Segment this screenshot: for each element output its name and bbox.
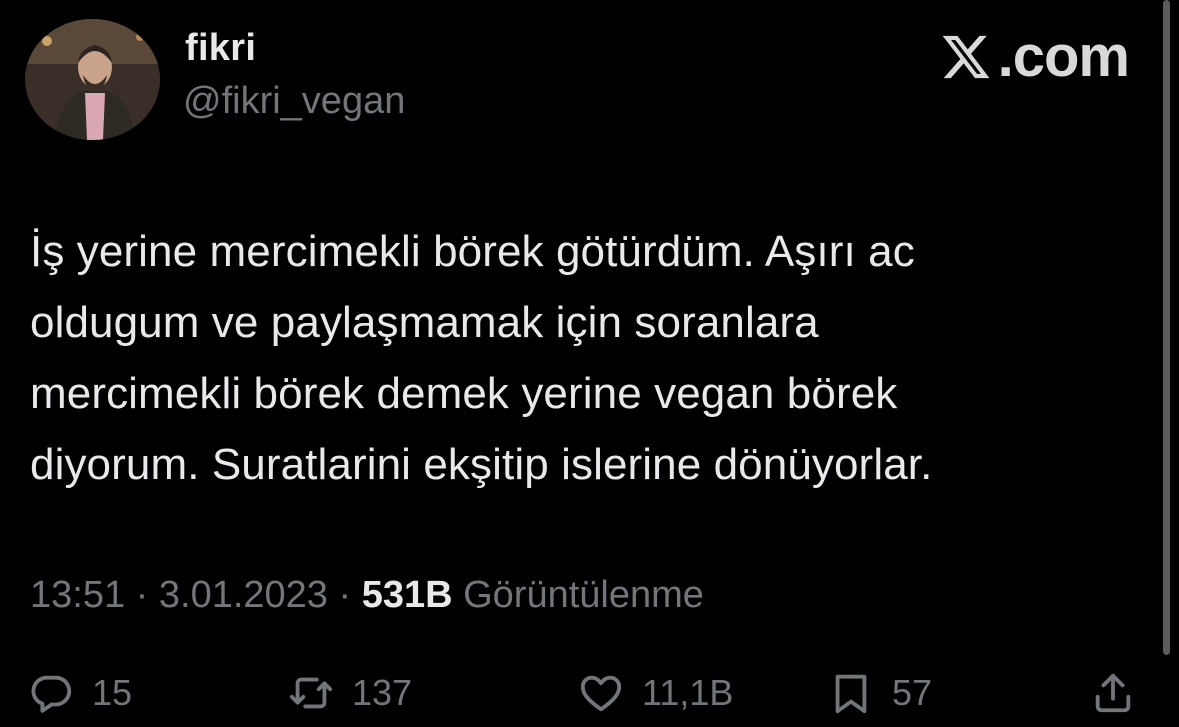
retweet-icon: [289, 677, 333, 709]
reply-icon: [31, 675, 72, 713]
like-button[interactable]: 11,1B: [578, 670, 733, 716]
bookmark-button[interactable]: 57: [828, 670, 932, 716]
tweet-time[interactable]: 13:51: [30, 574, 125, 617]
avatar[interactable]: [25, 19, 160, 140]
views-label: Görüntülenme: [452, 574, 704, 616]
bookmark-icon: [835, 674, 867, 714]
tweet-text: İş yerine mercimekli börek götürdüm. Aşı…: [30, 227, 933, 489]
like-count: 11,1B: [642, 672, 734, 713]
author-display-name[interactable]: fikri: [185, 27, 256, 70]
x-logo-icon: [942, 35, 990, 79]
tweet-meta: 13:51 · 3.01.2023 · 531B Görüntülenme: [30, 574, 704, 617]
scrollbar[interactable]: [1163, 0, 1170, 655]
author-handle[interactable]: @fikri_vegan: [183, 80, 405, 123]
like-icon: [580, 675, 622, 712]
brand-watermark: .com: [938, 24, 1130, 89]
views-count: 531B: [361, 574, 453, 616]
bookmark-count: 57: [892, 672, 933, 713]
brand-text: .com: [997, 24, 1130, 89]
share-button[interactable]: [1090, 670, 1136, 716]
reply-button[interactable]: 15: [28, 670, 132, 716]
action-bar: 15 137 11,1B 57: [0, 660, 1179, 727]
retweet-count: 137: [352, 672, 413, 713]
share-icon: [1095, 673, 1131, 713]
meta-separator: ·: [125, 574, 159, 616]
meta-separator: ·: [327, 574, 362, 616]
reply-count: 15: [92, 672, 133, 713]
tweet-date[interactable]: 3.01.2023: [159, 574, 328, 617]
retweet-button[interactable]: 137: [288, 670, 412, 716]
